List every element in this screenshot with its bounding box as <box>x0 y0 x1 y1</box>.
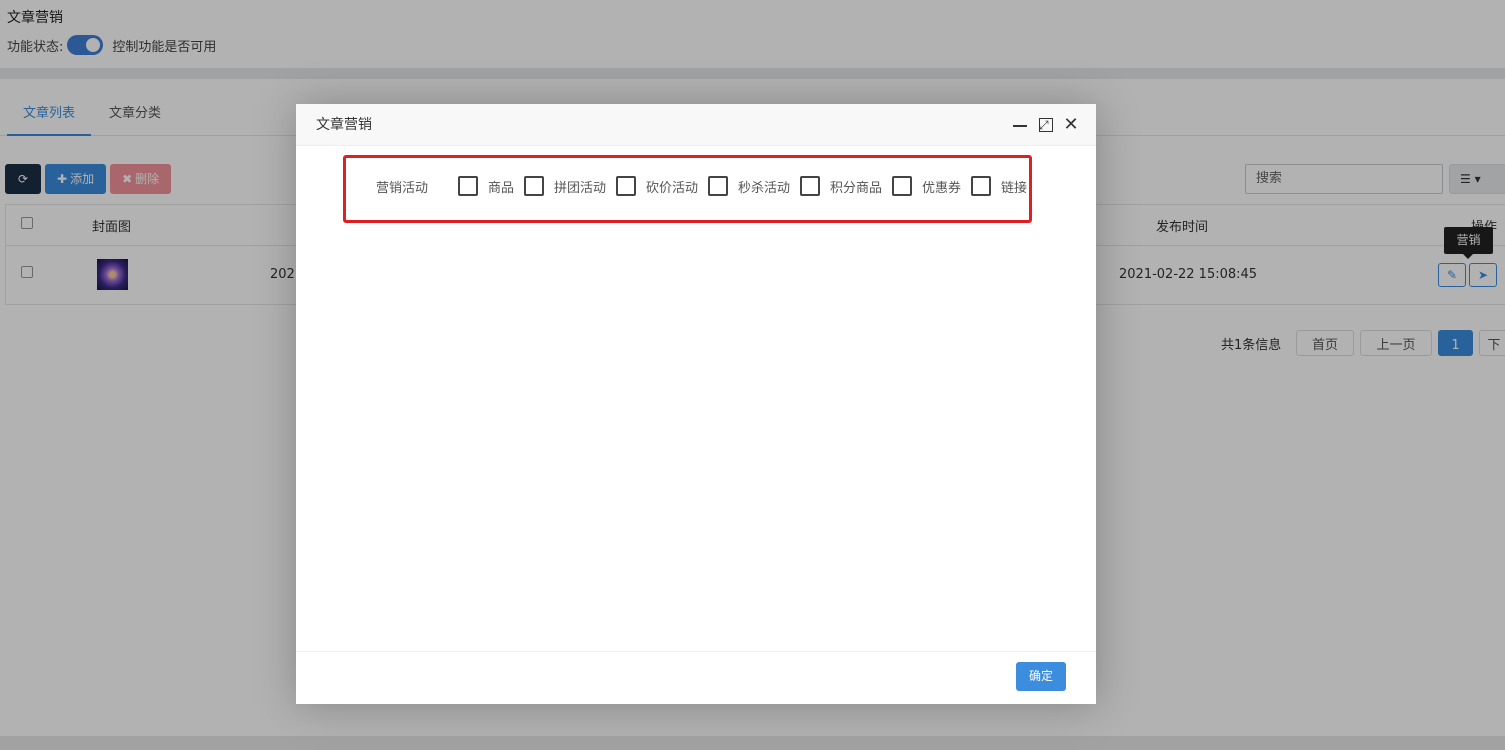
confirm-button[interactable]: 确定 <box>1016 662 1066 691</box>
option-label: 商品 <box>488 180 515 196</box>
option-label: 拼团活动 <box>554 180 607 196</box>
option-points-product[interactable]: 积分商品 <box>800 176 882 196</box>
field-label-marketing: 营销活动 <box>376 181 429 196</box>
checkbox[interactable] <box>524 176 544 196</box>
checkbox[interactable] <box>708 176 728 196</box>
checkbox[interactable] <box>892 176 912 196</box>
option-coupon[interactable]: 优惠券 <box>892 176 961 196</box>
option-label: 优惠券 <box>922 180 962 196</box>
option-bargain[interactable]: 砍价活动 <box>616 176 698 196</box>
checkbox[interactable] <box>971 176 991 196</box>
checkbox[interactable] <box>800 176 820 196</box>
option-label: 秒杀活动 <box>738 180 791 196</box>
option-label: 链接 <box>1001 180 1028 196</box>
dialog-header: 文章营销 ✕ <box>296 104 1096 146</box>
dialog-title: 文章营销 <box>316 117 372 133</box>
checkbox[interactable] <box>458 176 478 196</box>
option-link[interactable]: 链接 <box>971 176 1027 196</box>
checkbox[interactable] <box>616 176 636 196</box>
dialog-footer-divider <box>296 651 1096 652</box>
option-label: 砍价活动 <box>646 180 699 196</box>
minimize-icon[interactable] <box>1011 116 1029 134</box>
option-label: 积分商品 <box>830 180 883 196</box>
close-icon[interactable]: ✕ <box>1062 116 1080 134</box>
option-flash-sale[interactable]: 秒杀活动 <box>708 176 790 196</box>
marketing-dialog: 文章营销 ✕ 营销活动 商品 拼团活动 砍价活动 秒杀活动 积分商品 优惠券 链… <box>296 104 1096 704</box>
maximize-icon[interactable] <box>1039 116 1053 134</box>
option-product[interactable]: 商品 <box>458 176 514 196</box>
option-group-buy[interactable]: 拼团活动 <box>524 176 606 196</box>
